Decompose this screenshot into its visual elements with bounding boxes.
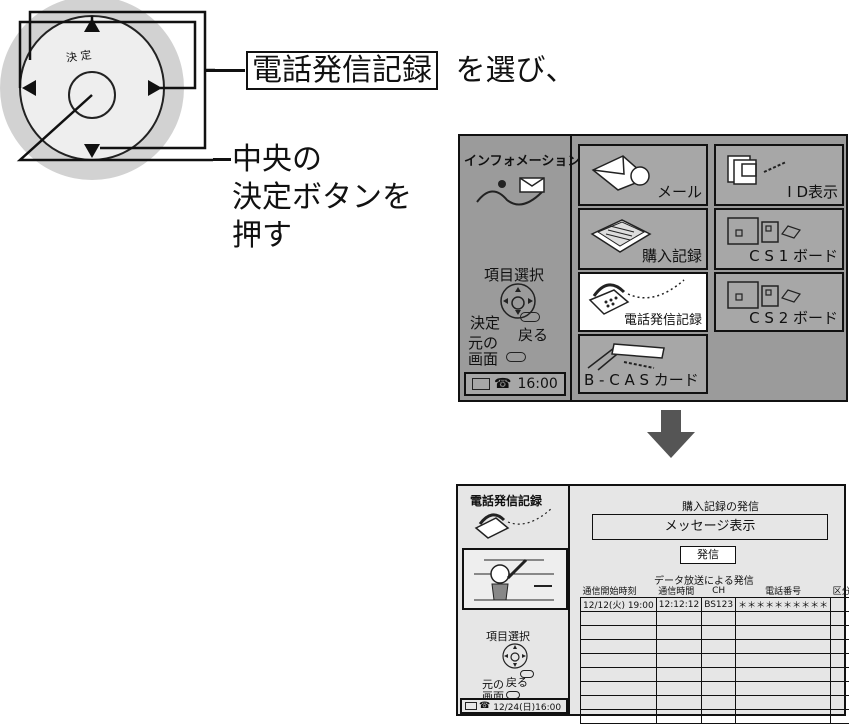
column-header: 電話番号	[736, 584, 831, 598]
phone-status-icon: ☎	[494, 376, 511, 392]
menu-left-panel: インフォメーション 項目選択 決定 戻る 元の 画面 ☎ 16:00	[460, 136, 572, 400]
menu-item-bcas-card[interactable]: B - C A S カード	[578, 334, 708, 394]
menu-item-id-display[interactable]: I D表示	[714, 144, 844, 206]
prev-button-shape	[506, 352, 526, 362]
instruction-select-line: 電話発信記録 を選び、	[246, 53, 576, 89]
remote-dpad-diagram: 決 定	[0, 0, 215, 195]
telephone-icon	[472, 506, 562, 542]
back-button-shape	[520, 312, 540, 322]
table-header-row: 通信開始時刻 通信時間 CH 電話番号 区分	[581, 584, 849, 598]
table-row[interactable]	[581, 668, 849, 682]
table-row[interactable]: 12/12(火) 19:00 12:12:12 BS123 ＊＊＊＊＊＊＊＊＊＊	[581, 598, 849, 612]
menu-item-label: C S 1 ボード	[749, 245, 838, 266]
table-cell: 12:12:12	[656, 598, 701, 612]
instruction-center-line2: 決定ボタンを	[232, 180, 412, 216]
instruction-select-suffix: を選び、	[456, 53, 576, 88]
guide-enter-label: 決定	[470, 312, 500, 333]
menu-item-purchase-record[interactable]: 購入記録	[578, 208, 708, 270]
table-row[interactable]	[581, 654, 849, 668]
call-history-table: 通信開始時刻 通信時間 CH 電話番号 区分 12/12(火) 19:00 12…	[580, 584, 849, 724]
column-header: 区分	[831, 584, 849, 598]
table-row[interactable]	[581, 696, 849, 710]
menu-item-label: I D表示	[787, 181, 838, 202]
table-row[interactable]	[581, 640, 849, 654]
column-header: 通信時間	[656, 584, 701, 598]
mail-status-icon	[465, 702, 477, 710]
instruction-center-line1: 中央の	[232, 142, 322, 178]
table-cell	[831, 598, 849, 612]
phone-status-icon: ☎	[479, 701, 490, 711]
menu-item-mail[interactable]: メール	[578, 144, 708, 206]
menu-item-label: メール	[657, 181, 702, 202]
call-status-bar: ☎ 12/24(日)16:00	[460, 698, 568, 714]
table-row[interactable]	[581, 612, 849, 626]
menu-item-label: 電話発信記録	[624, 309, 702, 328]
instruction-center-line3: 押す	[232, 218, 292, 254]
connector-line-center	[213, 158, 231, 161]
send-button-label: 発信	[697, 548, 719, 561]
menu-item-label: C S 2 ボード	[749, 307, 838, 328]
menu-item-label: B - C A S カード	[584, 369, 699, 390]
mail-status-icon	[472, 378, 490, 390]
column-header: CH	[702, 584, 736, 598]
call-status-datetime: 12/24(日)16:00	[493, 700, 561, 713]
menu-item-cs2-board[interactable]: C S 2 ボード	[714, 272, 844, 332]
call-left-panel: 電話発信記録 項目選択 戻る 元の 画面	[458, 486, 570, 714]
information-menu-screen: インフォメーション 項目選択 決定 戻る 元の 画面 ☎ 16:00	[458, 134, 848, 402]
menu-screen-title: インフォメーション	[464, 150, 580, 169]
guide-back-label: 戻る	[506, 674, 528, 690]
column-header: 通信開始時刻	[581, 584, 657, 598]
table-cell: 12/12(火) 19:00	[581, 598, 657, 612]
mini-dpad-icon	[500, 642, 530, 670]
table-row[interactable]	[581, 626, 849, 640]
menu-status-bar: ☎ 16:00	[464, 372, 566, 396]
guide-prev-line2: 画面	[468, 348, 498, 369]
send-button[interactable]: 発信	[680, 546, 736, 564]
menu-item-reference: 電話発信記録	[246, 51, 438, 90]
message-display-box: メッセージ表示	[592, 514, 828, 540]
message-display-text: メッセージ表示	[665, 519, 756, 534]
guide-back-label: 戻る	[518, 324, 548, 345]
call-record-screen: 電話発信記録 項目選択 戻る 元の 画面	[456, 484, 846, 716]
table-cell: BS123	[702, 598, 736, 612]
dpad-icon	[0, 0, 215, 195]
mail-icon	[588, 152, 658, 192]
down-arrow-icon	[641, 404, 701, 464]
table-row[interactable]	[581, 710, 849, 724]
connector-line-select	[205, 69, 245, 72]
menu-item-label: 購入記録	[642, 245, 702, 266]
menu-item-call-record[interactable]: 電話発信記録	[578, 272, 708, 332]
menu-item-cs1-board[interactable]: C S 1 ボード	[714, 208, 844, 270]
baseball-player-image	[464, 550, 564, 606]
information-icon	[472, 172, 552, 212]
bs-promo-image	[462, 548, 568, 610]
table-row[interactable]	[581, 682, 849, 696]
menu-status-time: 16:00	[517, 376, 557, 392]
table-cell: ＊＊＊＊＊＊＊＊＊＊	[736, 598, 831, 612]
purchase-send-title: 購入記録の発信	[682, 498, 759, 514]
